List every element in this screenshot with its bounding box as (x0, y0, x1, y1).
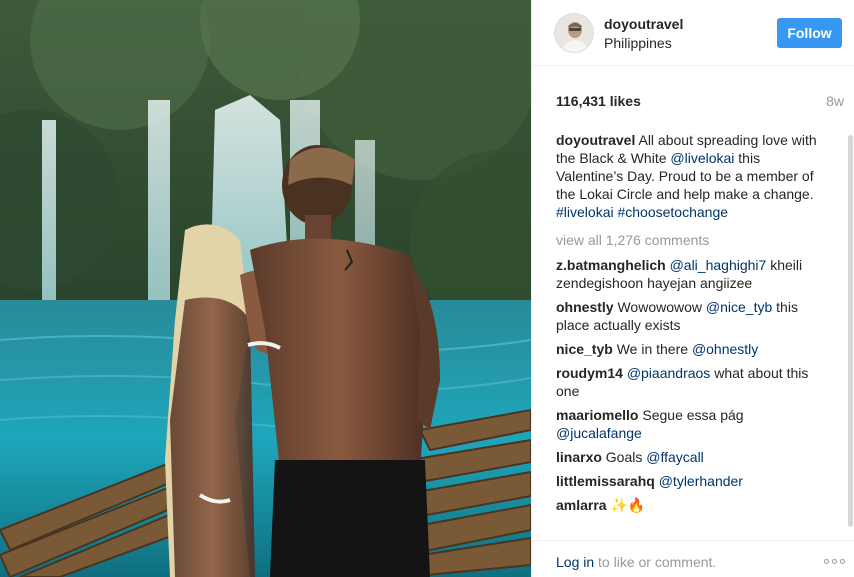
comment-username[interactable]: ohnestly (556, 299, 614, 315)
comment: z.batmanghelich @ali_haghighi7 kheili ze… (556, 256, 826, 292)
post-footer: Log in to like or comment. (532, 540, 854, 577)
comment-username[interactable]: roudym14 (556, 365, 623, 381)
follow-button[interactable]: Follow (777, 18, 842, 48)
comment-text: Goals (605, 449, 647, 465)
comment-text: Segue essa pág (642, 407, 744, 423)
caption-hashtag-livelokai[interactable]: #livelokai (556, 204, 614, 220)
post-timestamp[interactable]: 8w (826, 93, 844, 109)
post-location[interactable]: Philippines (604, 35, 672, 51)
waterfall-couple-image (0, 0, 531, 577)
post-caption: doyoutravel All about spreading love wit… (556, 131, 826, 221)
comment-text: We in there (616, 341, 692, 357)
comment-username[interactable]: maariomello (556, 407, 638, 423)
comment-mention[interactable]: @ohnestly (692, 341, 758, 357)
dot (832, 559, 837, 564)
comment-mention[interactable]: @ffaycall (646, 449, 704, 465)
comment-mention[interactable]: @jucalafange (556, 425, 642, 441)
caption-hashtag-choosetochange[interactable]: #choosetochange (617, 204, 728, 220)
comment: amlarra ✨🔥 (556, 496, 826, 514)
login-prompt-text: to like or comment. (594, 554, 717, 570)
likes-row: 116,431 likes 8w (556, 93, 844, 111)
dot (840, 559, 845, 564)
comment: roudym14 @piaandraos what about this one (556, 364, 826, 400)
user-avatar-icon (555, 14, 593, 52)
caption-username[interactable]: doyoutravel (556, 132, 635, 148)
comment-username[interactable]: amlarra (556, 497, 607, 513)
comment-username[interactable]: z.batmanghelich (556, 257, 666, 273)
comment-mention[interactable]: @ali_haghighi7 (670, 257, 767, 273)
comment: linarxo Goals @ffaycall (556, 448, 826, 466)
comments-scrollbar[interactable] (848, 135, 853, 527)
instagram-post: doyoutravel Philippines Follow 116,431 l… (0, 0, 854, 577)
comment-username[interactable]: linarxo (556, 449, 602, 465)
avatar[interactable] (554, 13, 594, 53)
post-photo[interactable] (0, 0, 531, 577)
comment-text: Wowowowow (617, 299, 706, 315)
comment: nice_tyb We in there @ohnestly (556, 340, 826, 358)
comment-username[interactable]: littlemissarahq (556, 473, 655, 489)
comment-username[interactable]: nice_tyb (556, 341, 613, 357)
comment: littlemissarahq @tylerhander (556, 472, 826, 490)
post-side-panel: doyoutravel Philippines Follow 116,431 l… (531, 0, 854, 577)
username[interactable]: doyoutravel (604, 16, 683, 32)
post-header: doyoutravel Philippines Follow (532, 0, 854, 66)
login-prompt: Log in to like or comment. (556, 554, 716, 570)
comment-mention[interactable]: @piaandraos (627, 365, 711, 381)
caption-mention[interactable]: @livelokai (670, 150, 734, 166)
comment: ohnestly Wowowowow @nice_tyb this place … (556, 298, 826, 334)
likes-count[interactable]: 116,431 likes (556, 93, 641, 109)
comment-mention[interactable]: @nice_tyb (706, 299, 772, 315)
comments-list: doyoutravel All about spreading love wit… (556, 131, 826, 520)
login-link[interactable]: Log in (556, 554, 594, 570)
comment: maariomello Segue essa pág @jucalafange (556, 406, 826, 442)
comment-text: ✨🔥 (610, 497, 646, 513)
more-options-icon[interactable] (824, 559, 845, 564)
view-all-comments-link[interactable]: view all 1,276 comments (556, 231, 826, 249)
dot (824, 559, 829, 564)
comment-mention[interactable]: @tylerhander (659, 473, 743, 489)
